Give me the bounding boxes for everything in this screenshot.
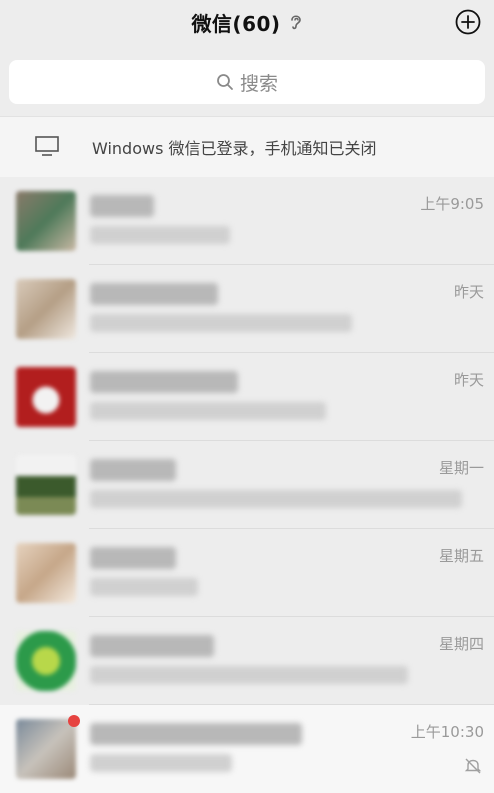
chat-row[interactable]: 昨天 <box>0 353 494 441</box>
contact-name-blurred <box>90 723 302 745</box>
avatar <box>16 719 76 779</box>
avatar <box>16 631 76 691</box>
avatar <box>16 543 76 603</box>
chat-list: 上午9:05 昨天 昨天 星期一 星期五 星期四 上午10:30 <box>0 177 494 793</box>
chat-row[interactable]: 上午9:05 <box>0 177 494 265</box>
monitor-icon <box>34 135 60 157</box>
contact-name-blurred <box>90 459 176 481</box>
message-preview-blurred <box>90 226 230 244</box>
message-preview-blurred <box>90 490 462 508</box>
plus-circle-icon[interactable] <box>454 8 482 36</box>
unread-dot <box>68 715 80 727</box>
app-title: 微信(60) <box>191 11 281 36</box>
chat-row[interactable]: 上午10:30 <box>0 705 494 793</box>
chat-time: 上午9:05 <box>420 195 484 213</box>
chat-row[interactable]: 星期四 <box>0 617 494 705</box>
contact-name-blurred <box>90 195 154 217</box>
search-placeholder: 搜索 <box>239 72 278 95</box>
message-preview-blurred <box>90 314 352 332</box>
chat-time: 星期一 <box>438 459 484 477</box>
avatar <box>16 455 76 515</box>
contact-name-blurred <box>90 283 218 305</box>
chat-time: 昨天 <box>453 371 484 389</box>
message-preview-blurred <box>90 754 232 772</box>
chat-time: 星期四 <box>438 635 484 653</box>
chat-time: 昨天 <box>453 283 484 301</box>
chat-time: 星期五 <box>438 547 484 565</box>
top-bar: 微信(60) <box>0 0 494 44</box>
windows-login-banner[interactable]: Windows 微信已登录，手机通知已关闭 <box>0 116 494 178</box>
chat-row[interactable]: 星期一 <box>0 441 494 529</box>
chat-time: 上午10:30 <box>410 723 484 741</box>
ear-icon <box>289 13 303 31</box>
search-bar[interactable]: 搜索 <box>9 60 485 104</box>
chat-row[interactable]: 昨天 <box>0 265 494 353</box>
search-icon <box>216 73 234 91</box>
chat-row[interactable]: 星期五 <box>0 529 494 617</box>
contact-name-blurred <box>90 547 176 569</box>
avatar <box>16 279 76 339</box>
contact-name-blurred <box>90 371 238 393</box>
contact-name-blurred <box>90 635 214 657</box>
avatar <box>16 191 76 251</box>
avatar <box>16 367 76 427</box>
message-preview-blurred <box>90 578 198 596</box>
banner-text: Windows 微信已登录，手机通知已关闭 <box>92 139 377 158</box>
message-preview-blurred <box>90 402 326 420</box>
mute-bell-icon <box>464 757 482 775</box>
message-preview-blurred <box>90 666 408 684</box>
